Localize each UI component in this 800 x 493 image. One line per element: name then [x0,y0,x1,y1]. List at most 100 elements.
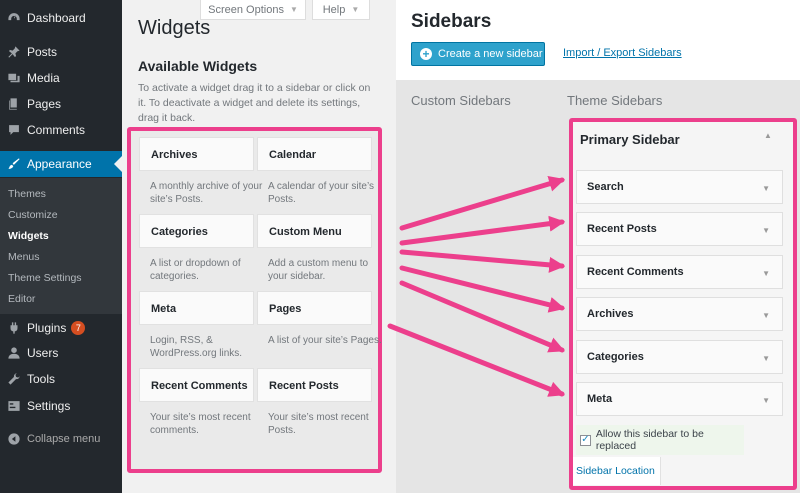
custom-sidebars-heading: Custom Sidebars [411,93,511,108]
menu-comments[interactable]: Comments [0,117,122,143]
menu-users-label: Users [27,346,59,360]
menu-tools[interactable]: Tools [0,366,122,392]
submenu-theme-settings[interactable]: Theme Settings [8,272,82,284]
screen-options-label: Screen Options [208,3,284,16]
widget-calendar[interactable]: Calendar [257,137,372,171]
import-export-link[interactable]: Import / Export Sidebars [563,47,682,59]
brush-icon [8,158,20,169]
widget-recent-comments-desc: Your site’s most recent comments. [150,412,251,436]
chevron-down-icon[interactable]: ▼ [762,354,770,363]
sidebar-widget-search[interactable]: Search ▼ [576,170,783,204]
menu-plugins-label: Plugins [27,321,67,335]
widget-categories-desc: A list or dropdown of categories. [150,258,241,282]
widget-recent-posts-desc: Your site’s most recent Posts. [268,412,369,436]
primary-sidebar-title[interactable]: Primary Sidebar [580,132,680,147]
pages-icon [9,98,17,110]
sidebar-widget-label: Categories [587,351,644,363]
create-sidebar-button[interactable]: + Create a new sidebar [411,42,545,66]
menu-appearance[interactable]: Appearance [0,151,122,177]
chevron-down-icon[interactable]: ▼ [762,396,770,405]
widget-archives-desc: A monthly archive of your site’s Posts. [150,181,263,205]
sidebar-widget-recent-comments[interactable]: Recent Comments ▼ [576,255,783,289]
sidebars-title: Sidebars [411,11,492,32]
sidebar-location-link[interactable]: Sidebar Location [576,465,655,477]
widget-recent-posts[interactable]: Recent Posts [257,368,372,402]
chevron-up-icon[interactable]: ▲ [764,131,772,140]
widget-categories[interactable]: Categories [139,214,254,248]
appearance-submenu: Themes Customize Widgets Menus Theme Set… [0,178,122,314]
plugin-icon [10,322,18,334]
media-icon [8,73,20,83]
chevron-down-icon[interactable]: ▼ [762,184,770,193]
current-menu-arrow [114,156,122,172]
menu-settings[interactable]: Settings [0,393,122,419]
submenu-editor[interactable]: Editor [8,293,35,305]
widget-calendar-desc: A calendar of your site’s Posts. [268,181,374,205]
sidebar-widget-recent-posts[interactable]: Recent Posts ▼ [576,212,783,246]
menu-media-label: Media [27,71,60,85]
available-widgets-description: To activate a widget drag it to a sideba… [138,82,371,124]
sidebar-widget-label: Recent Comments [587,266,684,278]
submenu-customize[interactable]: Customize [8,209,58,221]
collapse-icon [8,433,20,445]
available-widgets-title: Available Widgets [138,58,258,74]
submenu-widgets[interactable]: Widgets [8,230,49,242]
plugins-update-badge: 7 [71,321,86,335]
sidebar-widget-categories[interactable]: Categories ▼ [576,340,783,374]
pin-icon [8,46,20,58]
help-tab[interactable]: Help ▼ [312,0,370,20]
replace-sidebar-checkbox[interactable]: ✓ [580,434,591,446]
sidebar-widget-meta[interactable]: Meta ▼ [576,382,783,416]
settings-icon [8,401,20,411]
user-icon [8,347,20,359]
widget-meta[interactable]: Meta [139,291,254,325]
chevron-down-icon[interactable]: ▼ [762,311,770,320]
help-label: Help [322,3,346,16]
chevron-down-icon: ▼ [289,5,298,14]
collapse-menu-label: Collapse menu [27,433,101,445]
chevron-down-icon: ▼ [351,5,360,14]
menu-dashboard-label: Dashboard [27,11,86,25]
replace-sidebar-label: Allow this sidebar to be replaced [595,428,704,452]
sidebar-widget-label: Search [587,181,624,193]
sidebar-widget-label: Archives [587,308,634,320]
sidebar-widget-archives[interactable]: Archives ▼ [576,297,783,331]
create-sidebar-label: Create a new sidebar [438,48,543,60]
replace-sidebar-option: ✓ Allow this sidebar to be replaced [576,425,744,455]
menu-settings-label: Settings [27,399,71,413]
menu-dashboard[interactable]: Dashboard [0,5,122,31]
submenu-menus[interactable]: Menus [8,251,40,263]
chevron-down-icon[interactable]: ▼ [762,226,770,235]
widget-recent-comments[interactable]: Recent Comments [139,368,254,402]
widget-meta-desc: Login, RSS, & WordPress.org links. [150,335,243,359]
theme-sidebars-heading: Theme Sidebars [567,93,663,108]
widget-pages[interactable]: Pages [257,291,372,325]
submenu-themes[interactable]: Themes [8,188,46,200]
available-widgets-highlight: Archives A monthly archive of your site’… [127,127,382,473]
screen-options-tab[interactable]: Screen Options ▼ [200,0,306,20]
widget-pages-desc: A list of your site’s Pages. [268,335,382,346]
plus-icon: + [420,48,432,60]
menu-comments-label: Comments [27,123,86,137]
widget-custom-menu-desc: Add a custom menu to your sidebar. [268,258,369,282]
collapse-menu[interactable]: Collapse menu [0,426,122,452]
widget-archives[interactable]: Archives [139,137,254,171]
menu-plugins[interactable]: Plugins 7 [0,315,122,341]
menu-pages-label: Pages [27,97,62,111]
page-title: Widgets [138,17,211,39]
menu-posts[interactable]: Posts [0,39,122,65]
wrench-icon [8,373,20,385]
comment-icon [9,125,19,135]
sidebar-widget-label: Meta [587,393,613,405]
widget-custom-menu[interactable]: Custom Menu [257,214,372,248]
menu-appearance-label: Appearance [27,157,92,171]
menu-users[interactable]: Users [0,340,122,366]
menu-media[interactable]: Media [0,65,122,91]
menu-tools-label: Tools [27,372,56,386]
dashboard-icon [8,13,20,21]
sidebar-widget-label: Recent Posts [587,223,657,235]
menu-posts-label: Posts [27,45,58,59]
admin-sidebar: Dashboard Posts Media Pages Comments App… [0,0,122,493]
menu-pages[interactable]: Pages [0,91,122,117]
chevron-down-icon[interactable]: ▼ [762,269,770,278]
